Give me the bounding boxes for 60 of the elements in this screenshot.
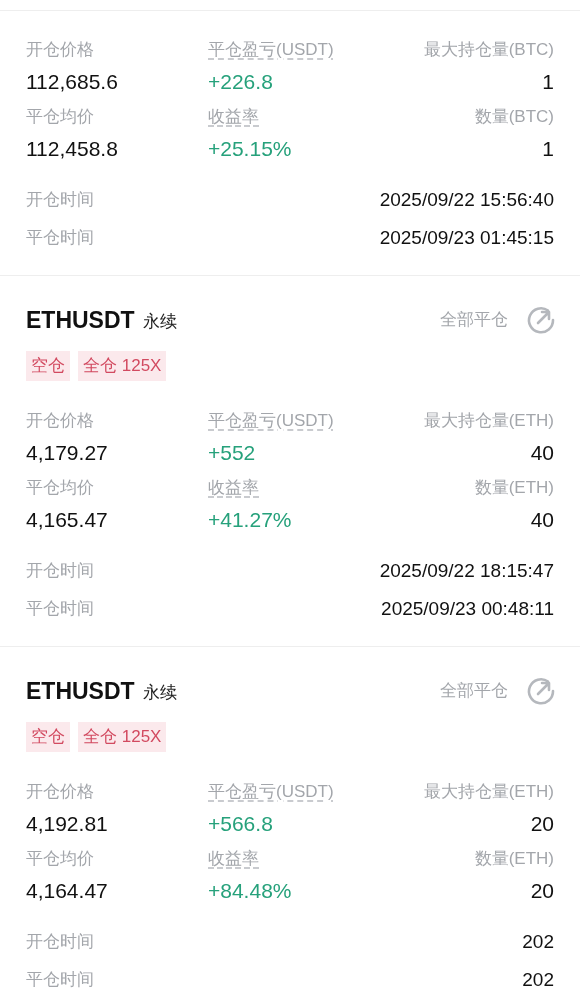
stat-label: 数量(BTC) [474,106,554,128]
close-all-button[interactable]: 全部平仓 [440,678,508,704]
stat-value: +25.15% [208,136,292,162]
stat-label: 平仓均价 [26,477,94,499]
stat-label: 平仓盈亏(USDT) [208,39,334,61]
stat-value: +566.8 [208,811,273,837]
position-tag: 空仓 [26,351,70,381]
position-tag: 全仓 125X [78,351,167,381]
stat-label: 收益率 [208,848,259,870]
stat-value: 4,179.27 [26,440,108,466]
stat-label: 最大持仓量(ETH) [423,781,554,803]
stat-label: 开仓价格 [26,781,94,803]
stat-label: 数量(ETH) [474,848,554,870]
stat-value: +41.27% [208,507,292,533]
time-value: 2025/09/23 00:48:11 [381,596,554,621]
contract-type: 永续 [142,682,177,704]
stat-label: 最大持仓量(BTC) [423,39,554,61]
stat-value: +226.8 [208,69,273,95]
time-label: 开仓时间 [26,931,94,954]
stat-label: 数量(ETH) [474,477,554,499]
contract-type: 永续 [142,311,177,333]
time-label: 平仓时间 [26,969,94,992]
stat-value: 1 [542,69,554,95]
time-label: 平仓时间 [26,227,94,250]
stat-label: 平仓盈亏(USDT) [208,781,334,803]
stat-label: 开仓价格 [26,410,94,432]
time-label: 开仓时间 [26,560,94,583]
symbol-title: ETHUSDT [26,306,135,335]
stat-label: 平仓均价 [26,848,94,870]
close-all-button[interactable]: 全部平仓 [440,307,508,333]
time-label: 平仓时间 [26,598,94,621]
time-value: 2025/09/22 18:15:47 [379,558,554,583]
stat-value: +552 [208,440,256,466]
stat-label: 开仓价格 [26,39,94,61]
stat-label: 平仓均价 [26,106,94,128]
share-arrow-icon[interactable] [526,676,556,706]
time-value: 202 [522,929,554,954]
time-value: 202 [522,967,554,992]
stat-value: 40 [530,507,554,533]
stat-value: 4,165.47 [26,507,108,533]
stat-value: 112,685.6 [26,69,118,95]
time-value: 2025/09/22 15:56:40 [379,187,554,212]
stat-value: 20 [530,811,554,837]
stat-value: 4,164.47 [26,878,108,904]
share-arrow-icon[interactable] [526,305,556,335]
symbol-title: ETHUSDT [26,677,135,706]
stat-value: 40 [530,440,554,466]
stat-label: 最大持仓量(ETH) [423,410,554,432]
stat-value: 4,192.81 [26,811,108,837]
time-value: 2025/09/23 01:45:15 [379,225,554,250]
stat-value: 112,458.8 [26,136,118,162]
stat-value: +84.48% [208,878,292,904]
position-tag: 全仓 125X [78,722,167,752]
stat-label: 平仓盈亏(USDT) [208,410,334,432]
stat-label: 收益率 [208,106,259,128]
stat-value: 20 [530,878,554,904]
stat-label: 收益率 [208,477,259,499]
position-tag: 空仓 [26,722,70,752]
time-label: 开仓时间 [26,189,94,212]
stat-value: 1 [542,136,554,162]
